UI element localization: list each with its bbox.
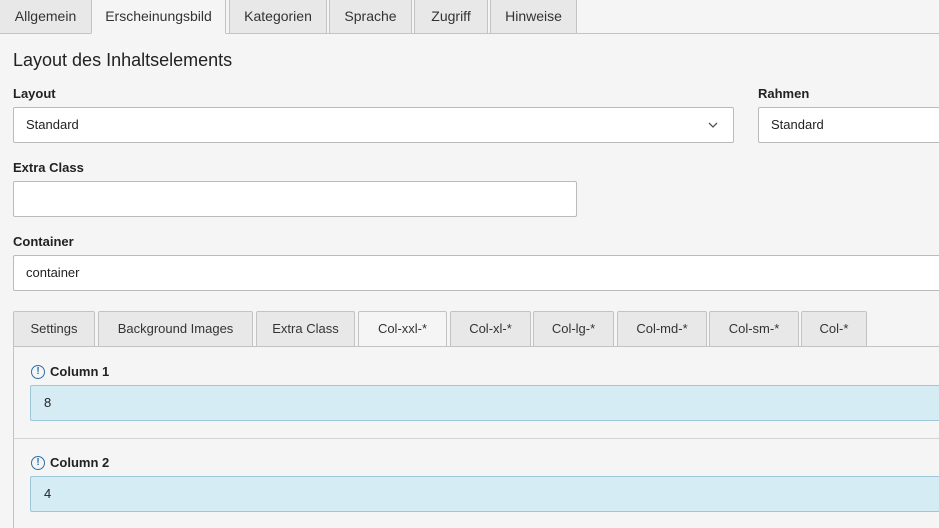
tab-sprache[interactable]: Sprache bbox=[329, 0, 412, 33]
column-2-label: Column 2 bbox=[50, 455, 110, 470]
column-2-input[interactable]: 4 bbox=[30, 476, 939, 512]
info-icon: ! bbox=[31, 456, 45, 470]
column-2-value: 4 bbox=[44, 486, 52, 501]
layout-select[interactable]: Standard bbox=[13, 107, 734, 143]
column-1-input[interactable]: 8 bbox=[30, 385, 939, 421]
tab-col[interactable]: Col-* bbox=[801, 311, 867, 347]
tab-hinweise[interactable]: Hinweise bbox=[490, 0, 577, 33]
extra-class-label: Extra Class bbox=[13, 160, 84, 175]
tab-allgemein[interactable]: Allgemein bbox=[0, 0, 92, 33]
divider bbox=[14, 438, 939, 439]
tab-background-images[interactable]: Background Images bbox=[98, 311, 253, 347]
tab-erscheinungsbild[interactable]: Erscheinungsbild bbox=[91, 0, 226, 34]
container-label: Container bbox=[13, 234, 74, 249]
rahmen-select[interactable]: Standard bbox=[758, 107, 939, 143]
column-tab-bar: Settings Background Images Extra Class C… bbox=[13, 311, 939, 348]
container-input[interactable]: container bbox=[13, 255, 939, 291]
tab-col-lg[interactable]: Col-lg-* bbox=[533, 311, 614, 347]
column-1-value: 8 bbox=[44, 395, 52, 410]
tab-extra-class[interactable]: Extra Class bbox=[256, 311, 355, 347]
tab-settings[interactable]: Settings bbox=[13, 311, 95, 347]
tab-col-xxl[interactable]: Col-xxl-* bbox=[358, 311, 447, 348]
container-input-value: container bbox=[26, 265, 80, 280]
tab-col-md[interactable]: Col-md-* bbox=[617, 311, 707, 347]
top-tab-bar: Allgemein Erscheinungsbild Kategorien Sp… bbox=[0, 0, 939, 34]
rahmen-select-value: Standard bbox=[771, 117, 824, 132]
column-1-label: Column 1 bbox=[50, 364, 110, 379]
layout-label: Layout bbox=[13, 86, 56, 101]
tab-kategorien[interactable]: Kategorien bbox=[229, 0, 327, 33]
section-title: Layout des Inhaltselements bbox=[13, 50, 233, 70]
tab-col-sm[interactable]: Col-sm-* bbox=[709, 311, 799, 347]
column-settings-panel: ! Column 1 8 ! Column 2 4 bbox=[13, 346, 939, 528]
tab-col-xl[interactable]: Col-xl-* bbox=[450, 311, 531, 347]
extra-class-input[interactable] bbox=[13, 181, 577, 217]
layout-select-value: Standard bbox=[26, 117, 79, 132]
info-icon: ! bbox=[31, 365, 45, 379]
rahmen-label: Rahmen bbox=[758, 86, 810, 101]
chevron-down-icon bbox=[708, 122, 718, 128]
tab-zugriff[interactable]: Zugriff bbox=[414, 0, 488, 33]
